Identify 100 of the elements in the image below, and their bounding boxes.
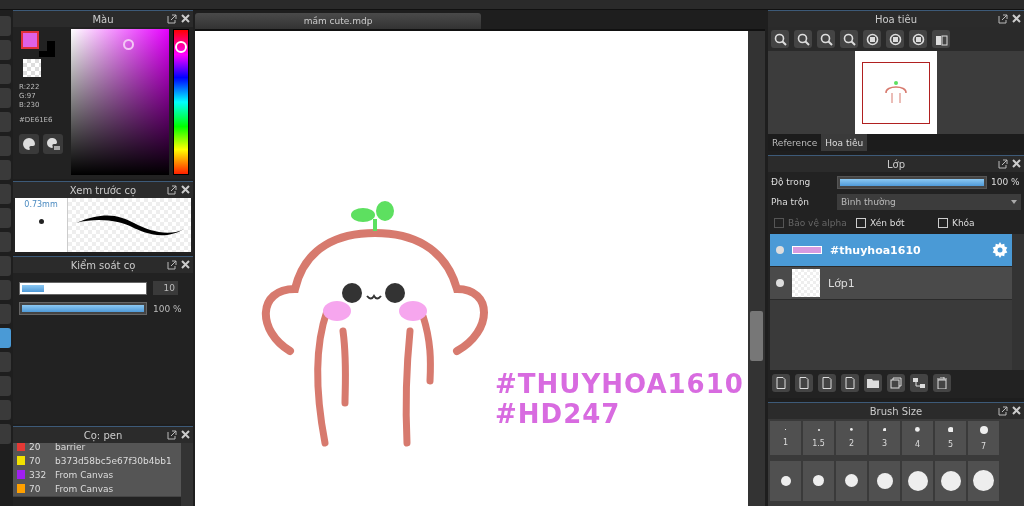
layer-tool-button[interactable]	[841, 374, 859, 392]
document-tab[interactable]: mầm cute.mdp	[195, 13, 481, 29]
popout-icon[interactable]	[167, 14, 177, 24]
close-icon[interactable]	[181, 260, 190, 269]
layer-tool-button[interactable]	[933, 374, 951, 392]
layer-tool-button[interactable]	[772, 374, 790, 392]
brush-size-slider[interactable]	[19, 281, 147, 295]
brush-size: 332	[29, 469, 48, 480]
close-icon[interactable]	[181, 185, 190, 194]
palette-button[interactable]	[43, 134, 63, 154]
hue-slider[interactable]	[173, 29, 189, 175]
scrollbar[interactable]	[1012, 234, 1024, 370]
palette-button[interactable]	[19, 134, 39, 154]
trash-icon	[936, 377, 948, 389]
brush-size-option[interactable]: 1	[770, 421, 801, 455]
brush-size: 70	[29, 455, 42, 466]
layer-tool-button[interactable]	[818, 374, 836, 392]
brush-name: b373d58bc5e67f30b4bb1	[55, 455, 172, 466]
panel-title: Lớp	[886, 158, 905, 170]
brush-name: barrier	[55, 443, 86, 452]
opacity-value: 100 %	[153, 303, 182, 314]
panel-tab[interactable]: Hoa tiêu	[821, 134, 868, 151]
brush-size-option[interactable]	[803, 460, 834, 501]
brush-list-item[interactable]: 70 From Canvas	[13, 481, 181, 497]
brush-size-label: 0.73mm	[24, 200, 58, 209]
scrollbar[interactable]	[181, 443, 193, 506]
brush-size-option[interactable]	[902, 460, 933, 501]
close-icon[interactable]	[181, 14, 190, 23]
brush-dot-icon	[973, 470, 994, 491]
panel-title: Xem trước cọ	[69, 184, 137, 196]
close-icon[interactable]	[1012, 14, 1021, 23]
layer-thumbnail	[792, 269, 820, 297]
transparent-swatch[interactable]	[23, 59, 41, 77]
brush-dot-icon	[817, 428, 820, 431]
brush-size-field[interactable]: 10	[153, 281, 178, 295]
close-icon[interactable]	[181, 430, 190, 439]
viewport-frame[interactable]	[862, 61, 930, 124]
navigator-preview[interactable]	[855, 51, 937, 134]
layer-name: Lớp1	[828, 276, 856, 290]
merge-icon	[913, 377, 925, 389]
brush-size-option[interactable]	[770, 460, 801, 501]
page-icon	[821, 377, 833, 389]
navigator-tool-button[interactable]	[771, 30, 789, 48]
brush-size-option[interactable]: 7	[968, 421, 999, 455]
brush-size-option[interactable]: 2	[836, 421, 867, 455]
new-page-icon	[775, 377, 787, 389]
layer-tool-button[interactable]	[910, 374, 928, 392]
hue-handle[interactable]	[175, 41, 187, 54]
brush-size-option[interactable]	[869, 460, 900, 501]
close-icon[interactable]	[1012, 406, 1021, 415]
flip-icon	[934, 32, 948, 46]
popout-icon[interactable]	[998, 159, 1008, 169]
layer-option-checkbox[interactable]: Khóa	[938, 218, 1020, 228]
scrollbar[interactable]	[750, 311, 763, 361]
brush-dot-icon	[813, 475, 824, 486]
visibility-icon[interactable]	[776, 279, 784, 287]
popout-icon[interactable]	[167, 430, 177, 440]
canvas-text: #THUYHOA1610	[495, 369, 744, 399]
opacity-value: 100 %	[991, 177, 1020, 187]
layer-tool-button[interactable]	[864, 374, 882, 392]
brush-size-option[interactable]: 4	[902, 421, 933, 455]
color-picker-square[interactable]	[71, 29, 169, 175]
zoom-reset-icon	[773, 32, 787, 46]
copy-icon	[890, 377, 902, 389]
popout-icon[interactable]	[998, 406, 1008, 416]
brush-dot-icon	[38, 219, 44, 224]
layer-name: #thuyhoa1610	[830, 243, 922, 257]
panel-title: Kiểm soát cọ	[70, 259, 136, 271]
popout-icon[interactable]	[167, 185, 177, 195]
opacity-label: Độ trong	[771, 177, 812, 187]
foreground-color-swatch[interactable]	[21, 31, 39, 49]
layer-tool-button[interactable]	[887, 374, 905, 392]
navigator-tool-button[interactable]	[932, 30, 950, 48]
popout-icon[interactable]	[998, 14, 1008, 24]
character-thumbnail-drawing	[883, 80, 909, 105]
folder-icon	[867, 377, 879, 389]
brush-size-option[interactable]	[836, 460, 867, 501]
palette-icon	[22, 137, 36, 151]
layer-thumbnail	[792, 246, 822, 254]
layer-tool-button[interactable]	[795, 374, 813, 392]
brush-size-option[interactable]: 1.5	[803, 421, 834, 455]
brush-size: 20	[29, 443, 42, 452]
brush-dot-icon	[780, 475, 791, 486]
layer-option-checkbox[interactable]: Xén bớt	[856, 218, 938, 228]
brush-size-option[interactable]: 3	[869, 421, 900, 455]
blend-mode-label: Pha trộn	[771, 197, 810, 207]
brush-size-option[interactable]: 5	[935, 421, 966, 455]
brush-size-option[interactable]	[935, 460, 966, 501]
palette-icon	[46, 137, 60, 151]
page-icon	[798, 377, 810, 389]
brush-size-option[interactable]	[968, 460, 999, 501]
picker-handle[interactable]	[123, 39, 134, 50]
caret-icon	[1011, 200, 1017, 204]
settings-icon[interactable]	[992, 242, 1008, 258]
popout-icon[interactable]	[167, 260, 177, 270]
background-color-swatch[interactable]	[39, 41, 55, 57]
layer-row[interactable]: Lớp1	[770, 267, 1012, 300]
panel-title: Hoa tiêu	[874, 13, 918, 25]
blend-mode-dropdown[interactable]: Bình thường	[837, 194, 1021, 210]
close-icon[interactable]	[1012, 159, 1021, 168]
